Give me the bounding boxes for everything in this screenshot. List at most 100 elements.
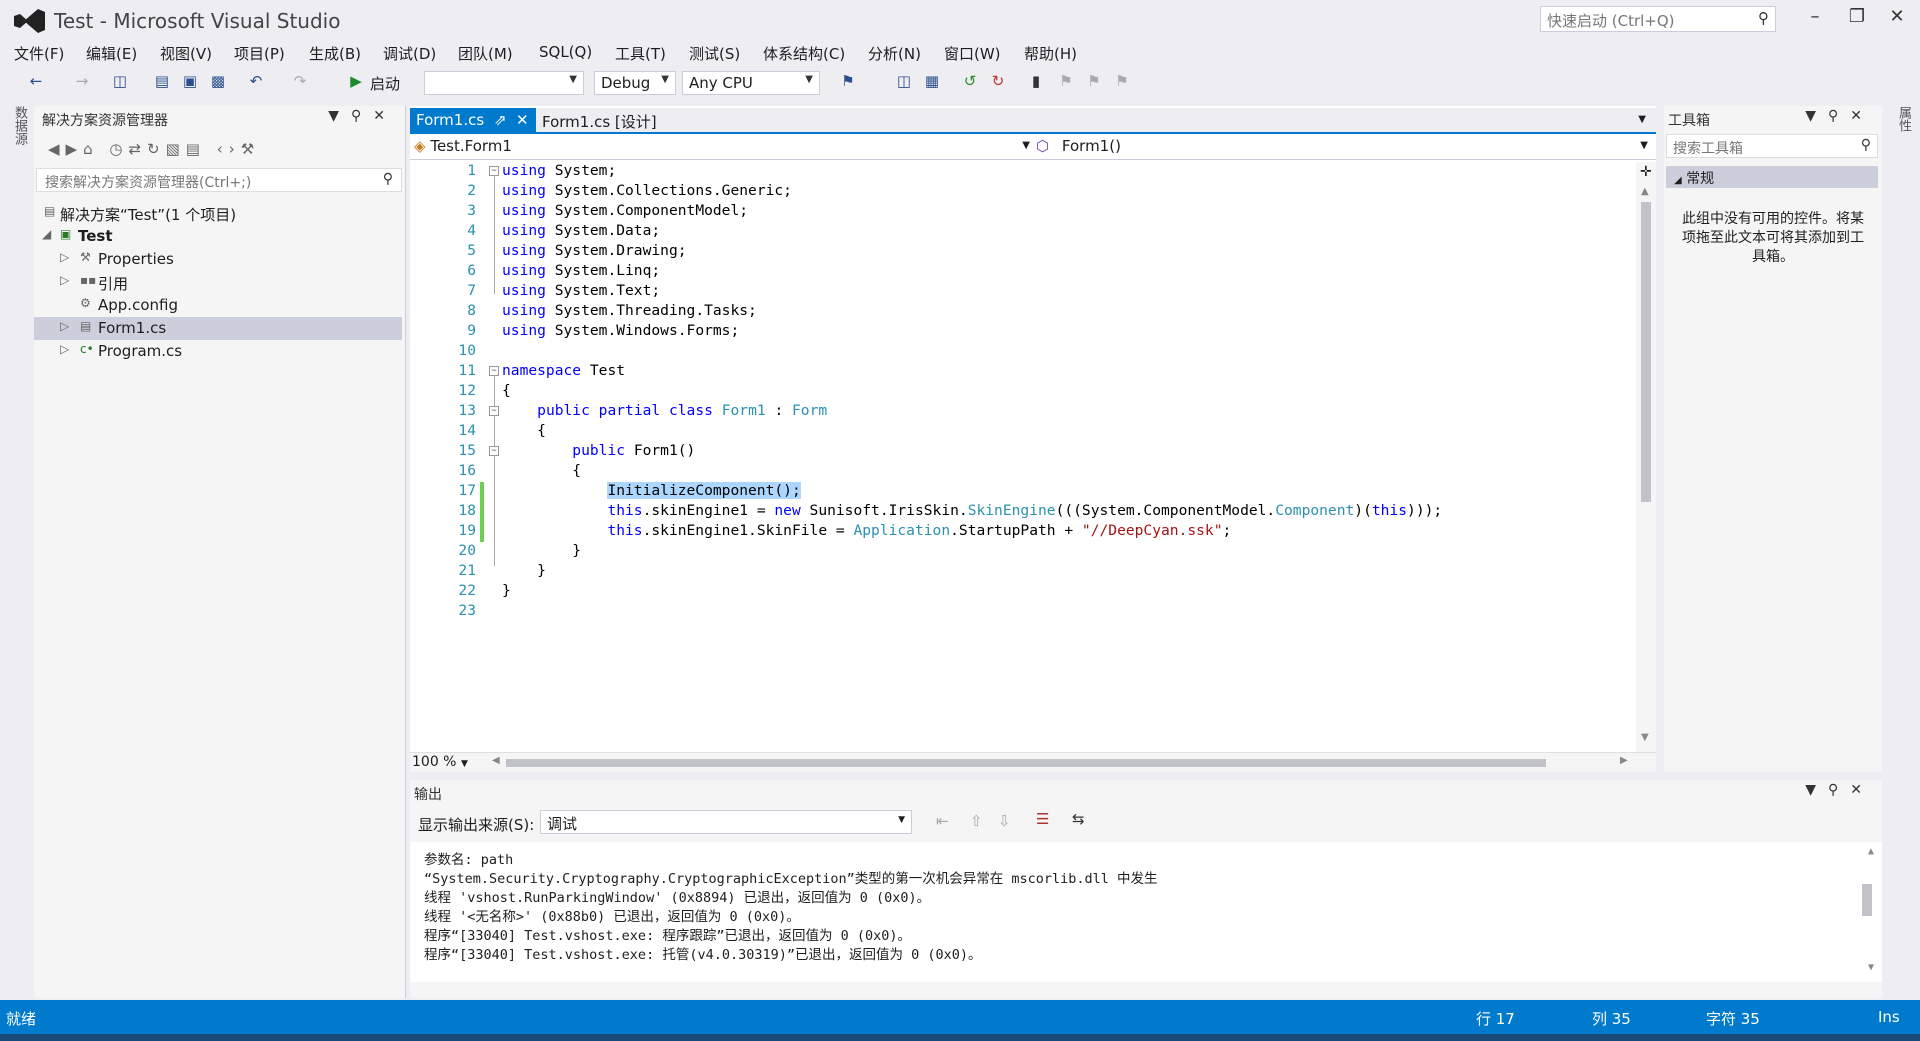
code-line: using System.Data; [502, 222, 660, 239]
prev-message-icon[interactable]: ⇧ [970, 812, 983, 830]
code-text: .StartupPath + [950, 522, 1082, 539]
collapse-toggle-icon[interactable]: − [489, 446, 499, 456]
panel-window-buttons[interactable]: ▼⚲✕ [328, 108, 397, 124]
tree-item-properties[interactable]: ▷ ⚒ Properties [34, 248, 402, 271]
scroll-thumb[interactable] [1641, 202, 1651, 502]
start-icon[interactable]: ▶ [346, 72, 366, 92]
next-bookmark-icon[interactable]: ⚑ [1084, 72, 1104, 92]
menu-help[interactable]: 帮助(H) [1024, 43, 1077, 64]
scroll-thumb[interactable] [1862, 884, 1872, 916]
save-icon[interactable]: ▣ [180, 72, 200, 92]
collapse-toggle-icon[interactable]: − [489, 166, 499, 176]
bookmark-icon[interactable]: ▮ [1026, 72, 1046, 92]
menu-build[interactable]: 生成(B) [309, 43, 361, 64]
menu-team[interactable]: 团队(M) [458, 43, 513, 64]
minimize-button[interactable]: – [1798, 6, 1832, 32]
panel-window-buttons[interactable]: ▼⚲✕ [1805, 108, 1874, 124]
tree-item-label: Program.cs [98, 342, 183, 360]
keyword: this [607, 522, 643, 539]
close-button[interactable]: ✕ [1880, 6, 1914, 32]
output-source-select[interactable]: 调试 ▼ [540, 810, 912, 834]
undo-icon[interactable]: ↶ [246, 72, 266, 92]
tree-item-references[interactable]: ▷ ▪▪ 引用 [34, 271, 402, 294]
selected-code-text: InitializeComponent(); [607, 482, 801, 499]
scroll-up-icon[interactable]: ▲ [1641, 186, 1649, 197]
type-name: Application [853, 522, 951, 539]
line-number: 20 [458, 542, 476, 559]
step-icon[interactable]: ↺ [960, 72, 980, 92]
collapse-toggle-icon[interactable]: − [489, 406, 499, 416]
scroll-thumb[interactable] [506, 759, 1546, 767]
menu-edit[interactable]: 编辑(E) [86, 43, 137, 64]
start-label[interactable]: 启动 [370, 73, 400, 94]
solution-explorer-toolbar[interactable]: ◀▶⌂ ◷⇄↻▧▤ ‹›⚒ [48, 140, 260, 162]
scroll-up-icon[interactable]: ▲ [1868, 846, 1874, 857]
forward-icon[interactable]: → [72, 72, 92, 92]
class-view-icon[interactable]: ◫ [894, 72, 914, 92]
tree-item-form1[interactable]: ▷ ▤ Form1.cs [34, 317, 402, 340]
status-ready: 就绪 [6, 1010, 37, 1028]
tree-item-solution[interactable]: ▤ 解决方案“Test”(1 个项目) [34, 202, 402, 225]
properties-tab[interactable]: 属性 [1894, 106, 1913, 132]
uncomment-icon[interactable]: ↻ [988, 72, 1008, 92]
find-message-icon[interactable]: ⇤ [936, 812, 949, 830]
menu-debug[interactable]: 调试(D) [383, 43, 436, 64]
menu-window[interactable]: 窗口(W) [944, 43, 1001, 64]
menu-analyze[interactable]: 分析(N) [868, 43, 921, 64]
tree-item-app-config[interactable]: ⚙ App.config [34, 294, 402, 317]
quick-launch-input[interactable]: 快速启动 (Ctrl+Q) ⚲ [1540, 6, 1776, 32]
next-message-icon[interactable]: ⇩ [998, 812, 1011, 830]
code-text: System; [554, 162, 617, 179]
pin-icon[interactable]: ⇗ [494, 111, 507, 129]
tab-form1-designer[interactable]: Form1.cs [设计] [536, 108, 663, 134]
word-wrap-icon[interactable]: ⇆ [1072, 810, 1085, 828]
redo-icon[interactable]: ↷ [290, 72, 310, 92]
debug-target-combo[interactable]: ▼ [424, 71, 584, 95]
object-browser-icon[interactable]: ▦ [922, 72, 942, 92]
keyword: using [502, 162, 546, 179]
solution-search-input[interactable]: 搜索解决方案资源管理器(Ctrl+;) ⚲ [36, 168, 402, 192]
member-dropdown[interactable]: ⬡ Form1() ▼ [1036, 137, 1652, 157]
code-area[interactable]: − − − − 1 2 3 4 5 6 7 8 9 10 11 12 13 14… [410, 162, 1636, 752]
code-text: System.Collections.Generic; [554, 182, 792, 199]
menu-test[interactable]: 测试(S) [689, 43, 740, 64]
close-icon[interactable]: ✕ [516, 111, 529, 129]
new-project-icon[interactable]: ◫ [110, 72, 130, 92]
tab-form1-cs[interactable]: Form1.cs ⇗ ✕ [410, 108, 536, 134]
clear-bookmarks-icon[interactable]: ⚑ [1112, 72, 1132, 92]
find-in-files-icon[interactable]: ⚑ [838, 72, 858, 92]
menu-project[interactable]: 项目(P) [234, 43, 285, 64]
data-sources-tab[interactable]: 数据源 [10, 106, 29, 145]
scroll-left-icon[interactable]: ◀ [492, 755, 500, 766]
open-file-icon[interactable]: ▤ [152, 72, 172, 92]
panel-window-buttons[interactable]: ▼⚲✕ [1805, 782, 1874, 798]
prev-bookmark-icon[interactable]: ⚑ [1056, 72, 1076, 92]
configuration-combo[interactable]: Debug ▼ [594, 71, 676, 95]
split-icon[interactable]: ✛ [1640, 164, 1652, 180]
platform-combo[interactable]: Any CPU ▼ [682, 71, 820, 95]
zoom-combo[interactable]: 100 % ▼ [412, 754, 468, 770]
output-text[interactable]: 参数名: path “System.Security.Cryptography.… [410, 842, 1882, 982]
scroll-down-icon[interactable]: ▼ [1641, 732, 1649, 743]
back-icon[interactable]: ← [26, 72, 46, 92]
menu-view[interactable]: 视图(V) [160, 43, 212, 64]
collapse-toggle-icon[interactable]: − [489, 366, 499, 376]
restore-button[interactable]: ❐ [1840, 6, 1874, 32]
save-all-icon[interactable]: ▩ [208, 72, 228, 92]
code-line: } [502, 562, 546, 579]
menu-file[interactable]: 文件(F) [14, 43, 64, 64]
toolbox-search-input[interactable]: 搜索工具箱 ⚲ [1666, 134, 1878, 158]
clear-all-icon[interactable]: ☰ [1036, 810, 1049, 828]
menu-architecture[interactable]: 体系结构(C) [763, 43, 845, 64]
scroll-right-icon[interactable]: ▶ [1620, 755, 1628, 766]
tree-item-project[interactable]: ◢ ▣ Test [34, 225, 402, 248]
vertical-scrollbar[interactable]: ✛ ▲ ▼ [1636, 162, 1656, 752]
chevron-down-icon: ▼ [1640, 140, 1648, 151]
menu-sql[interactable]: SQL(Q) [539, 43, 592, 61]
tree-item-program[interactable]: ▷ c• Program.cs [34, 340, 402, 363]
scroll-down-icon[interactable]: ▼ [1868, 962, 1874, 973]
chevron-down-icon[interactable]: ▼ [1638, 114, 1646, 125]
menu-tools[interactable]: 工具(T) [615, 43, 666, 64]
type-dropdown[interactable]: ◈ Test.Form1 ▼ [414, 137, 1034, 157]
toolbox-group-general[interactable]: ◢ 常规 [1666, 166, 1878, 188]
